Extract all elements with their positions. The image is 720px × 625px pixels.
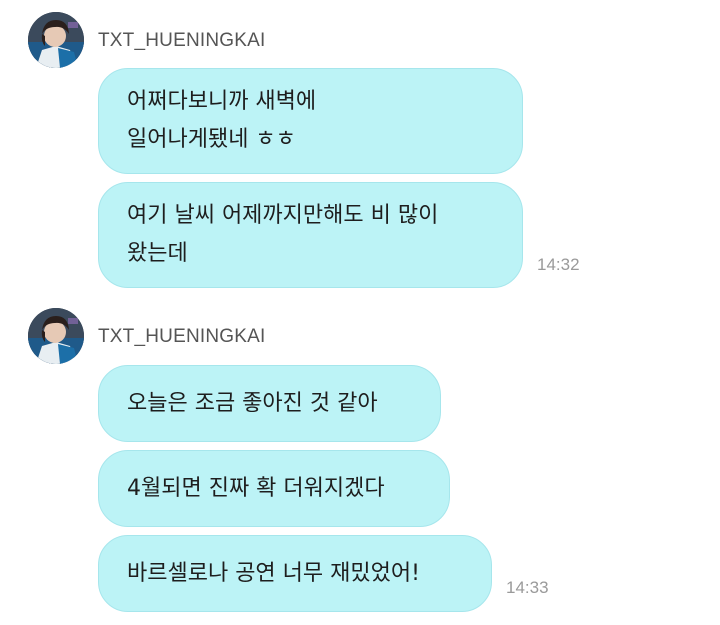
profile-photo-icon [28,12,84,68]
message-text: 어쩌다보니까 새벽에 일어나게됐네 ㅎㅎ [127,89,317,152]
message-bubble[interactable]: 4월되면 진짜 확 더워지겠다 [98,450,450,527]
message-text: 오늘은 조금 좋아진 것 같아 [127,390,378,416]
message-text: 4월되면 진짜 확 더워지겠다 [127,475,385,501]
message-bubble[interactable]: 바르셀로나 공연 너무 재밌었어! [98,535,492,612]
message-bubble[interactable]: 오늘은 조금 좋아진 것 같아 [98,365,441,442]
sender-name: TXT_HUENINGKAI [98,30,266,51]
message-bubble[interactable]: 여기 날씨 어제까지만해도 비 많이 왔는데 [98,182,523,288]
sender-name: TXT_HUENINGKAI [98,326,266,347]
message-timestamp: 14:33 [506,578,549,597]
avatar[interactable] [28,12,84,68]
profile-photo-icon [28,308,84,364]
avatar[interactable] [28,308,84,364]
message-text: 바르셀로나 공연 너무 재밌었어! [127,560,420,586]
message-bubble[interactable]: 어쩌다보니까 새벽에 일어나게됐네 ㅎㅎ [98,68,523,174]
message-text: 여기 날씨 어제까지만해도 비 많이 왔는데 [127,203,439,266]
message-timestamp: 14:32 [537,255,580,274]
